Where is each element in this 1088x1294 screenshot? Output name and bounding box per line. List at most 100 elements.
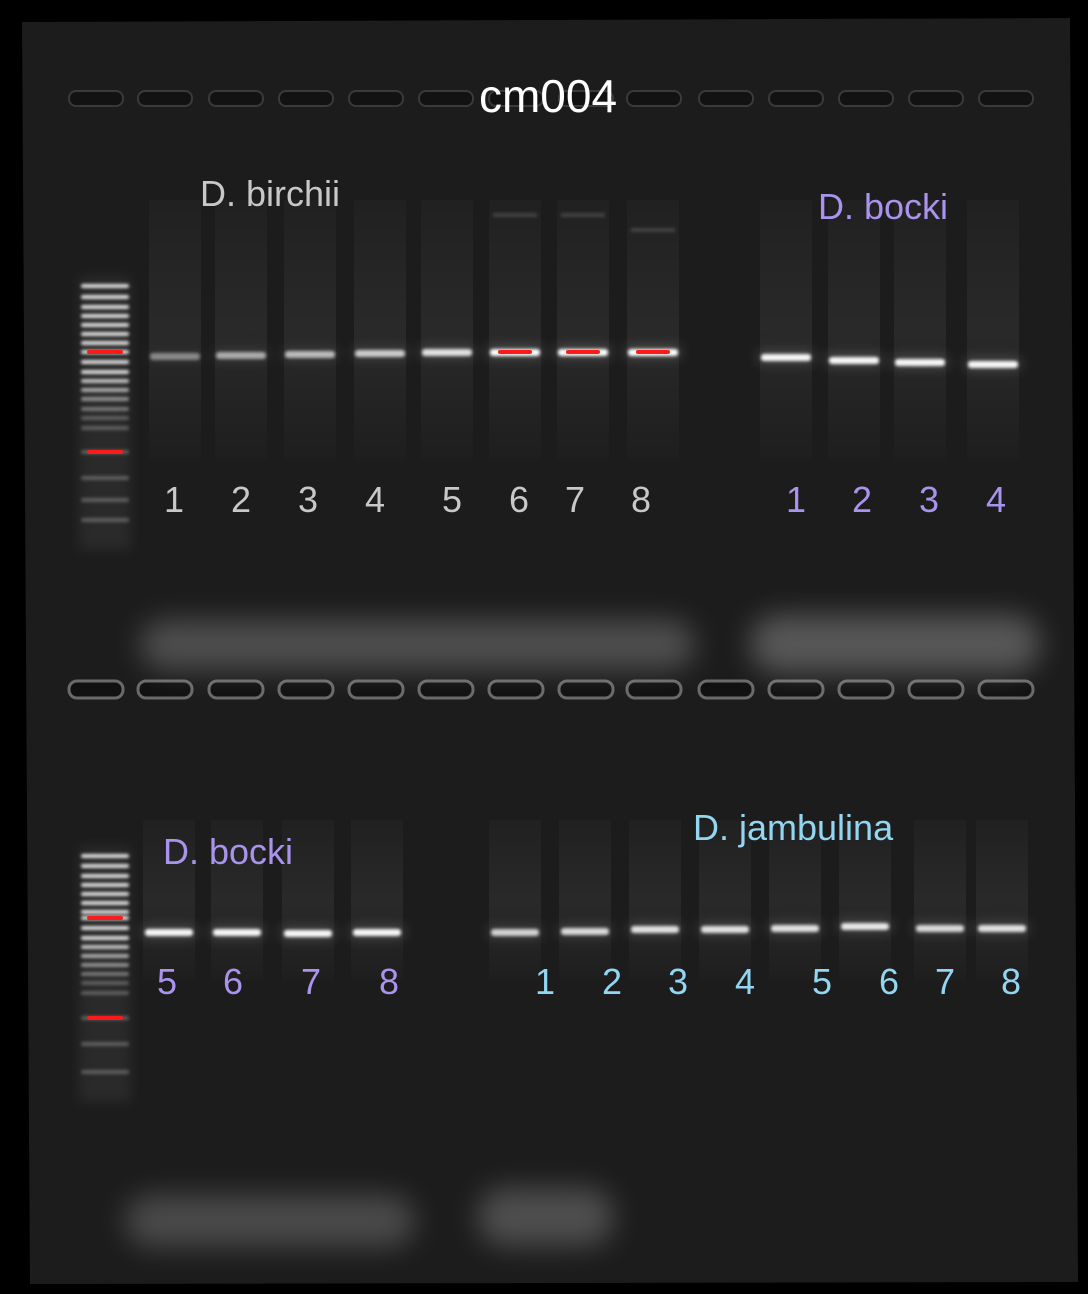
ladder-band: [81, 305, 129, 309]
ladder-band: [81, 1070, 129, 1074]
lane-smear: [421, 200, 473, 460]
lane-number: 4: [734, 961, 756, 1002]
lane-number: 1: [534, 961, 556, 1002]
lane-smear: [627, 200, 679, 460]
lane-number: 4: [364, 479, 386, 520]
band-saturated: [566, 350, 600, 354]
ladder-band: [81, 498, 129, 502]
lane-smear: [149, 200, 201, 460]
ladder-band: [81, 518, 129, 522]
band: [491, 929, 539, 936]
lane-smear: [351, 820, 403, 980]
ladder-band: [81, 341, 129, 345]
ladder-band: [81, 901, 129, 905]
band-saturated: [498, 350, 532, 354]
lane-number: 6: [878, 961, 900, 1002]
ladder-band: [81, 397, 129, 401]
band: [968, 361, 1018, 368]
band: [841, 923, 889, 930]
ladder-band: [81, 295, 129, 299]
band: [829, 357, 879, 364]
well: [907, 679, 965, 700]
lane-smear: [976, 820, 1028, 980]
band: [355, 350, 405, 357]
lane-number: 4: [985, 479, 1007, 520]
lane-number: 3: [297, 479, 319, 520]
band: [895, 359, 945, 366]
well: [136, 679, 194, 700]
ladder-band: [81, 910, 129, 914]
lane-number: 5: [156, 961, 178, 1002]
ladder-band: [81, 945, 129, 949]
lane-number: 7: [300, 961, 322, 1002]
lane-smear: [914, 820, 966, 980]
ladder-band: [81, 323, 129, 327]
lane-smear: [354, 200, 406, 460]
lane-smear: [828, 200, 880, 460]
lane-smear: [967, 200, 1019, 460]
lane-smear: [215, 200, 267, 460]
band-faint: [561, 213, 605, 217]
band: [284, 930, 332, 937]
ladder-band: [81, 284, 129, 288]
lane-number: 5: [441, 479, 463, 520]
lane-number: 3: [667, 961, 689, 1002]
lane-number: 7: [564, 479, 586, 520]
lane-smear: [629, 820, 681, 980]
lane-smear: [557, 200, 609, 460]
gel-title: cm004: [478, 70, 618, 122]
lane-number: 6: [222, 961, 244, 1002]
dye-front-top-right: [750, 615, 1040, 673]
lane-number: 1: [785, 479, 807, 520]
species-label-bocki-top: D. bocki: [818, 186, 949, 227]
band-faint: [493, 213, 537, 217]
band: [145, 929, 193, 936]
band: [701, 926, 749, 933]
ladder-band: [81, 416, 129, 420]
ladder-band: [81, 954, 129, 958]
species-label-jambulina: D. jambulina: [693, 807, 894, 848]
band: [216, 352, 266, 359]
well: [625, 679, 683, 700]
well: [207, 679, 265, 700]
band: [761, 354, 811, 361]
well: [977, 679, 1035, 700]
lane-smear: [284, 200, 336, 460]
well: [277, 679, 335, 700]
dye-front-top-left: [140, 620, 695, 670]
band: [631, 926, 679, 933]
lane-smear: [894, 200, 946, 460]
lane-smear: [760, 200, 812, 460]
ladder-band: [81, 981, 129, 985]
band: [771, 925, 819, 932]
ladder-band: [81, 388, 129, 392]
well: [837, 679, 895, 700]
lane-number: 5: [811, 961, 833, 1002]
lane-smear: [489, 820, 541, 980]
species-label-birchii: D. birchii: [200, 173, 341, 214]
ladder-band: [81, 864, 129, 868]
band: [285, 351, 335, 358]
ladder-band: [81, 407, 129, 411]
ladder-band-saturated: [87, 916, 123, 920]
ladder-band: [81, 379, 129, 383]
ladder-band: [81, 360, 129, 364]
ladder-band: [81, 426, 129, 430]
lane-number: 8: [630, 479, 652, 520]
band: [916, 925, 964, 932]
ladder-band: [81, 926, 129, 930]
ladder-band: [81, 991, 129, 995]
lane-number: 8: [378, 961, 400, 1002]
ladder-band: [81, 332, 129, 336]
lane-number: 8: [1000, 961, 1022, 1002]
dye-front-bottom-left: [125, 1195, 415, 1247]
lane-smear: [559, 820, 611, 980]
ladder-band: [81, 883, 129, 887]
ladder-band-saturated: [87, 450, 123, 454]
band: [978, 925, 1026, 932]
ladder-band: [81, 1042, 129, 1046]
lane-number: 7: [934, 961, 956, 1002]
lane-number: 6: [508, 479, 530, 520]
band: [150, 353, 200, 360]
lane-number: 2: [601, 961, 623, 1002]
